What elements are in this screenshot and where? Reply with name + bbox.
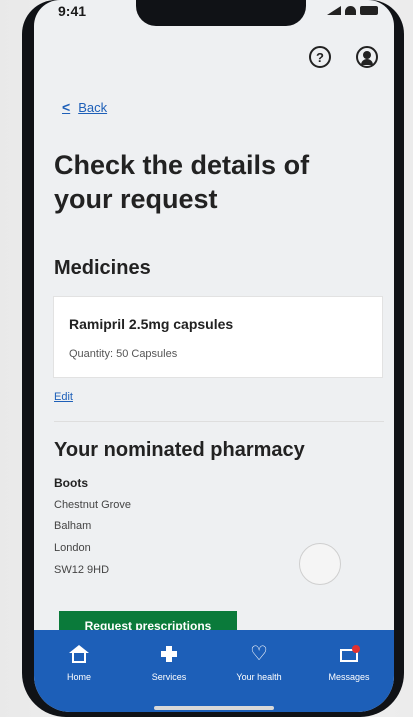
home-indicator: [154, 706, 274, 710]
pharmacy-address-line: SW12 9HD: [54, 564, 110, 576]
heart-icon: ♡: [250, 643, 268, 665]
cross-icon: [158, 644, 180, 664]
tab-services[interactable]: Services: [129, 644, 209, 712]
medicine-card: Ramipril 2.5mg capsules Quantity: 50 Cap…: [53, 296, 383, 378]
tab-label: Your health: [236, 672, 282, 682]
status-icons: [327, 6, 378, 15]
status-time: 9:41: [58, 3, 87, 19]
back-link[interactable]: < Back: [62, 99, 107, 115]
signal-icon: [327, 6, 341, 15]
account-body: [361, 59, 373, 65]
account-icon[interactable]: [356, 46, 378, 68]
tab-label: Services: [151, 672, 187, 682]
tab-home[interactable]: Home: [39, 644, 119, 712]
wifi-icon: [345, 6, 356, 15]
pharmacy-address-line: London: [54, 542, 91, 554]
tab-bar: Home Services ♡ Your health Messages: [34, 630, 394, 712]
touch-indicator: [299, 543, 341, 585]
pharmacy-name: Boots: [54, 476, 88, 490]
account-head: [363, 51, 371, 59]
edit-link[interactable]: Edit: [54, 391, 73, 403]
help-icon[interactable]: ?: [309, 46, 331, 68]
pharmacy-heading: Your nominated pharmacy: [54, 439, 305, 461]
medicine-quantity: Quantity: 50 Capsules: [69, 348, 178, 360]
chevron-left-icon: <: [62, 99, 71, 115]
notification-dot: [352, 645, 360, 653]
home-icon: [68, 644, 90, 664]
status-bar: 9:41: [34, 0, 394, 26]
tab-messages[interactable]: Messages: [309, 644, 389, 712]
home-walls: [72, 653, 86, 663]
pharmacy-address-line: Chestnut Grove: [54, 499, 132, 511]
notch: [136, 0, 306, 26]
page-title: Check the details of your request: [54, 150, 310, 214]
medicine-name: Ramipril 2.5mg capsules: [69, 316, 234, 332]
background: 9:41 ? < Back Check the details of your …: [0, 0, 413, 717]
phone-screen: 9:41 ? < Back Check the details of your …: [34, 0, 394, 712]
battery-icon: [360, 6, 378, 15]
cross-bar: [166, 646, 172, 662]
message-icon: [338, 644, 360, 664]
tab-label: Messages: [328, 672, 370, 682]
pharmacy-address-line: Balham: [54, 520, 92, 532]
tab-label: Home: [66, 672, 91, 682]
help-glyph: ?: [316, 49, 324, 65]
home-roof: [69, 645, 89, 653]
back-label: Back: [78, 99, 108, 115]
medicines-heading: Medicines: [54, 257, 151, 279]
tab-your-health[interactable]: ♡ Your health: [219, 644, 299, 712]
divider: [54, 421, 384, 422]
